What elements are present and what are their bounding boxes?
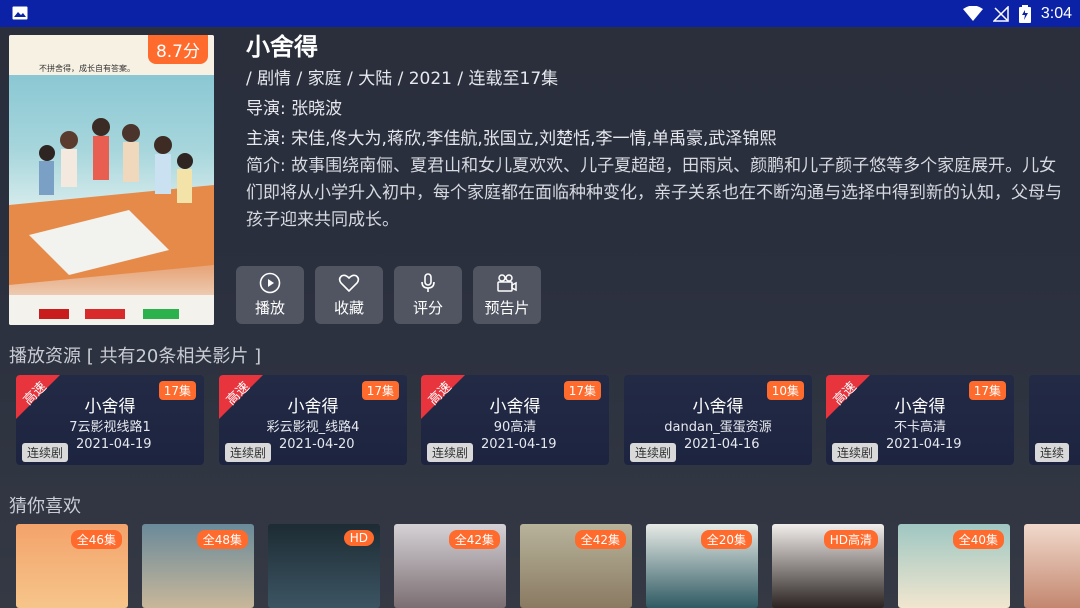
recommend-item[interactable] <box>1024 524 1080 608</box>
recommend-item[interactable]: 全20集 <box>646 524 758 608</box>
source-title: 小舍得 <box>84 397 136 417</box>
cast-info: 主演: 宋佳,佟大为,蒋欣,李佳航,张国立,刘楚恬,李一情,单禹豪,武泽锦熙 <box>246 129 777 149</box>
source-line: 不卡高清 <box>893 420 946 435</box>
status-bar: 3:04 <box>0 0 1080 27</box>
no-signal-icon <box>992 5 1009 22</box>
source-title: 小舍得 <box>692 397 744 417</box>
type-tag: 连续 <box>1035 443 1070 462</box>
page-title: 小舍得 <box>246 33 318 61</box>
poster-tagline: 不拼舍得，成长自有答案。 <box>39 64 135 73</box>
play-label: 播放 <box>254 299 285 317</box>
poster-artwork <box>9 35 214 325</box>
director-info: 导演: 张晓波 <box>246 99 343 119</box>
source-card[interactable]: 高速 17集 小舍得 90高清 连续剧 2021-04-19 <box>421 375 609 465</box>
source-date: 2021-04-19 <box>886 437 962 452</box>
source-line: 7云影视线路1 <box>69 420 151 435</box>
video-camera-icon <box>497 274 517 292</box>
recommend-item[interactable]: HD <box>268 524 380 608</box>
source-title: 小舍得 <box>489 397 541 417</box>
recommend-item[interactable]: 全40集 <box>898 524 1010 608</box>
image-icon <box>12 6 28 20</box>
type-tag: 连续剧 <box>22 443 69 462</box>
wifi-icon <box>962 5 983 21</box>
source-line: dandan_蛋蛋资源 <box>664 420 772 435</box>
favorite-button[interactable]: 收藏 <box>315 266 383 324</box>
type-tag: 连续剧 <box>225 443 272 462</box>
episode-badge: 全48集 <box>196 530 248 549</box>
episode-badge: 全42集 <box>448 530 500 549</box>
episode-badge: HD高清 <box>823 530 878 549</box>
source-title: 小舍得 <box>894 397 946 417</box>
favorite-label: 收藏 <box>333 299 364 317</box>
source-date: 2021-04-16 <box>684 437 760 452</box>
clock: 3:04 <box>1040 4 1072 22</box>
meta-info: / 剧情 / 家庭 / 大陆 / 2021 / 连载至17集 <box>246 69 559 89</box>
source-card[interactable]: 高速 17集 小舍得 不卡高清 连续剧 2021-04-19 <box>826 375 1014 465</box>
description: 简介: 故事围绕南俪、夏君山和女儿夏欢欢、儿子夏超超，田雨岚、颜鹏和儿子颜子悠等… <box>246 156 1062 230</box>
type-tag: 连续剧 <box>832 443 879 462</box>
sources-heading: 播放资源 [ 共有20条相关影片 ] <box>9 346 262 367</box>
episode-badge: HD <box>343 530 374 546</box>
heart-icon <box>338 274 360 293</box>
rating-badge: 8.7分 <box>147 35 208 64</box>
source-card[interactable]: 连续 <box>1029 375 1080 465</box>
episode-badge: 全46集 <box>70 530 122 549</box>
recommend-heading: 猜你喜欢 <box>9 496 81 517</box>
episode-badge: 全42集 <box>574 530 626 549</box>
episode-badge: 全40集 <box>952 530 1004 549</box>
action-bar: 播放 收藏 评分 预告片 <box>236 266 541 324</box>
source-line: 90高清 <box>493 420 537 435</box>
rate-button[interactable]: 评分 <box>394 266 462 324</box>
recommend-item[interactable]: 全46集 <box>16 524 128 608</box>
play-button[interactable]: 播放 <box>236 266 304 324</box>
type-tag: 连续剧 <box>427 443 474 462</box>
type-tag: 连续剧 <box>630 443 677 462</box>
source-date: 2021-04-19 <box>481 437 557 452</box>
play-icon <box>259 272 281 294</box>
source-line: 彩云影视_线路4 <box>266 420 360 435</box>
recommend-item[interactable]: 全42集 <box>520 524 632 608</box>
source-card[interactable]: 10集 小舍得 dandan_蛋蛋资源 连续剧 2021-04-16 <box>624 375 812 465</box>
source-title: 小舍得 <box>287 397 339 417</box>
sources-list: 高速 17集 小舍得 7云影视线路1 连续剧 2021-04-19 高速 17集… <box>16 375 1080 465</box>
rate-label: 评分 <box>412 299 443 317</box>
trailer-label: 预告片 <box>484 299 530 317</box>
mic-icon <box>421 273 435 292</box>
source-card[interactable]: 高速 17集 小舍得 彩云影视_线路4 连续剧 2021-04-20 <box>219 375 407 465</box>
recommend-item[interactable]: 全42集 <box>394 524 506 608</box>
poster-image[interactable]: 不拼舍得，成长自有答案。 8.7分 <box>9 35 214 325</box>
recommend-item[interactable]: HD高清 <box>772 524 884 608</box>
source-card[interactable]: 高速 17集 小舍得 7云影视线路1 连续剧 2021-04-19 <box>16 375 204 465</box>
recommend-item[interactable]: 全48集 <box>142 524 254 608</box>
source-date: 2021-04-19 <box>76 437 152 452</box>
episode-badge: 全20集 <box>700 530 752 549</box>
trailer-button[interactable]: 预告片 <box>473 266 541 324</box>
recommend-list: 全46集 全48集 HD 全42集 全42集 全20集 HD高清 全40集 <box>16 524 1080 608</box>
battery-icon <box>1018 4 1031 23</box>
source-date: 2021-04-20 <box>279 437 355 452</box>
